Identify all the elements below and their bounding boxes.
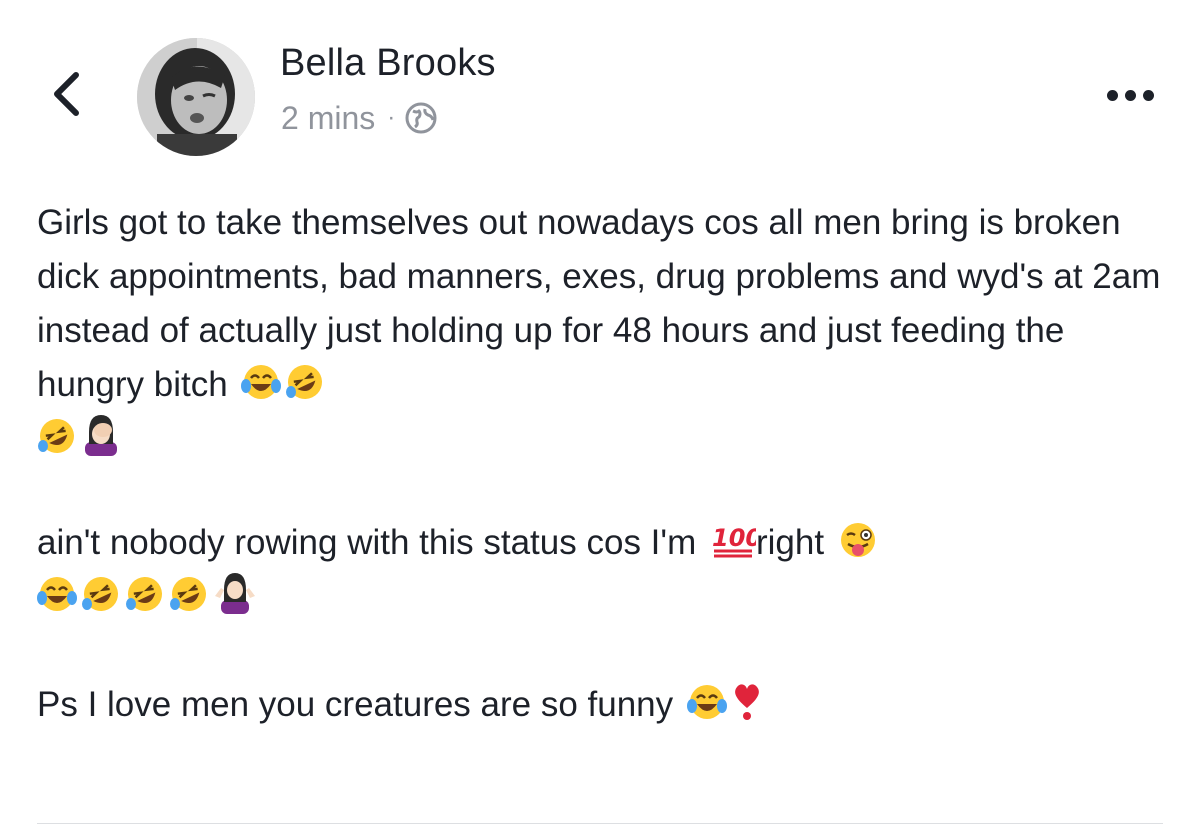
svg-text:100: 100 [712,524,756,552]
post-meta: 2 mins · [281,98,437,138]
post-paragraph-2: ain't nobody rowing with this status cos… [37,516,1167,624]
post-paragraph-2-text-b: right [755,523,825,562]
meta-separator: · [387,104,396,131]
rolling-on-floor-laughing-emoji [81,574,121,614]
post-body: Girls got to take themselves out nowaday… [37,196,1167,732]
back-button[interactable] [40,66,92,126]
face-with-tears-of-joy-emoji [686,682,727,722]
chevron-left-icon [50,71,82,122]
more-horizontal-icon [1106,89,1118,101]
rolling-on-floor-laughing-emoji [125,574,165,614]
rolling-on-floor-laughing-emoji [37,416,77,456]
rolling-on-floor-laughing-emoji [285,362,325,402]
timestamp[interactable]: 2 mins [281,100,375,137]
globe-icon[interactable] [405,102,437,134]
post-paragraph-3: Ps I love men you creatures are so funny [37,678,1167,732]
divider [37,823,1163,824]
rolling-on-floor-laughing-emoji [169,574,209,614]
heart-exclamation-emoji [731,678,763,722]
post-paragraph-2-text-a: ain't nobody rowing with this status cos… [37,523,697,562]
author-name[interactable]: Bella Brooks [280,42,496,85]
face-with-tears-of-joy-emoji [37,574,77,614]
avatar[interactable] [137,38,255,156]
post-paragraph-3-text: Ps I love men you creatures are so funny [37,685,674,724]
post-paragraph-1-text: Girls got to take themselves out nowaday… [37,203,1161,404]
face-with-tears-of-joy-emoji [241,362,282,402]
woman-facepalming-emoji [81,412,121,456]
post-paragraph-1: Girls got to take themselves out nowaday… [37,196,1167,466]
more-options-button[interactable] [1098,80,1162,110]
hundred-points-emoji: 100 [710,520,756,560]
woman-shrugging-emoji [213,570,257,614]
winking-face-with-tongue-emoji [838,520,878,560]
